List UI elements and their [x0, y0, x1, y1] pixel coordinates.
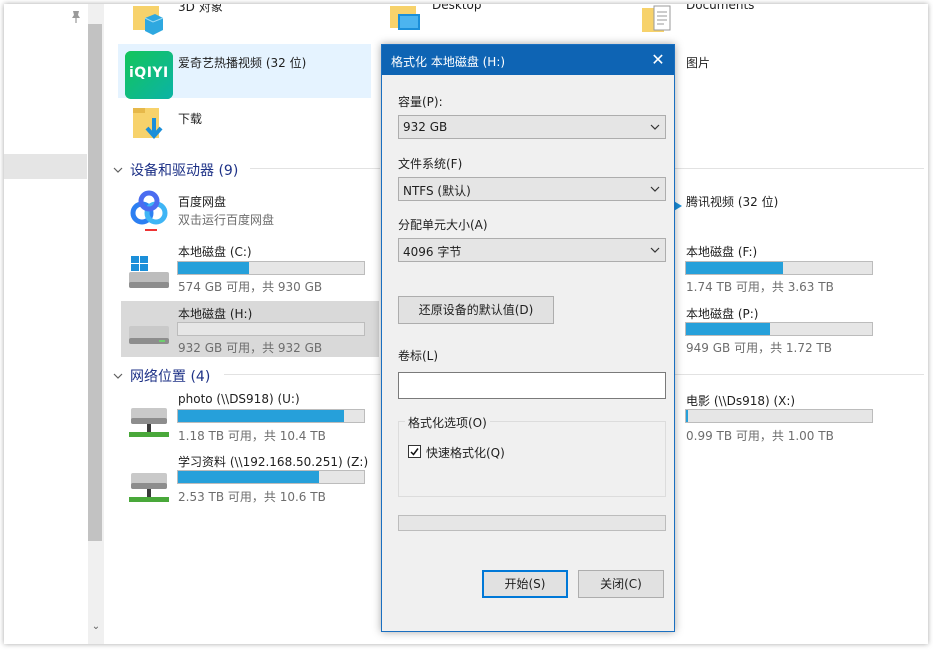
restore-defaults-button[interactable]: 还原设备的默认值(D) — [398, 296, 554, 324]
item-name[interactable]: 本地磁盘 (P:) — [686, 305, 758, 322]
drive-usage-bar — [685, 261, 873, 275]
item-description: 574 GB 可用，共 930 GB — [178, 280, 323, 294]
filesystem-select[interactable]: NTFS (默认) — [398, 177, 666, 201]
group-divider — [674, 374, 924, 375]
group-divider — [674, 168, 924, 169]
filesystem-value: NTFS (默认) — [403, 184, 471, 198]
chevron-down-icon[interactable] — [112, 370, 124, 382]
item-description: 1.74 TB 可用，共 3.63 TB — [686, 280, 834, 294]
volume-label-input[interactable] — [398, 372, 666, 399]
allocation-select[interactable]: 4096 字节 — [398, 238, 666, 262]
item-description: 0.99 TB 可用，共 1.00 TB — [686, 429, 834, 443]
group-label: 设备和驱动器 (9) — [130, 163, 239, 179]
close-icon[interactable]: ✕ — [642, 45, 674, 75]
nav-scrollbar-thumb[interactable] — [88, 24, 102, 541]
chevron-down-icon — [650, 186, 660, 192]
drive-usage-fill — [178, 410, 344, 422]
drive-usage-bar — [177, 470, 365, 484]
item-name[interactable]: photo (\\DS918) (U:) — [178, 392, 300, 406]
item-name[interactable]: Documents — [686, 4, 754, 12]
item-description: 1.18 TB 可用，共 10.4 TB — [178, 429, 326, 443]
item-name[interactable]: 学习资料 (\\192.168.50.251) (Z:) — [178, 453, 368, 470]
format-options-group: 格式化选项(O) 快速格式化(Q) — [398, 414, 666, 497]
item-name[interactable]: 爱奇艺热播视频 (32 位) — [178, 54, 306, 71]
group-header-network[interactable]: 网络位置 (4) — [112, 366, 210, 386]
chevron-down-icon — [650, 124, 660, 130]
item-name[interactable]: 腾讯视频 (32 位) — [686, 193, 778, 210]
documents-folder-icon[interactable] — [640, 4, 674, 38]
capacity-label: 容量(P): — [398, 95, 443, 109]
item-name[interactable]: 本地磁盘 (F:) — [686, 243, 757, 260]
format-dialog: 格式化 本地磁盘 (H:) ✕ 容量(P): 932 GB 文件系统(F) NT… — [381, 44, 675, 632]
nav-selected-item[interactable] — [4, 154, 87, 179]
desktop-folder-icon[interactable] — [388, 4, 422, 38]
scroll-down-arrow-icon[interactable]: ⌄ — [90, 621, 102, 633]
downloads-folder-icon[interactable] — [131, 104, 169, 148]
item-name[interactable]: 电影 (\\Ds918) (X:) — [686, 392, 795, 409]
hard-drive-icon[interactable] — [125, 314, 173, 352]
drive-usage-bar — [177, 322, 365, 336]
windows-drive-icon[interactable] — [125, 254, 173, 292]
item-description: 932 GB 可用，共 932 GB — [178, 341, 323, 355]
item-name[interactable]: 3D 对象 — [178, 4, 223, 15]
item-name[interactable]: Desktop — [432, 4, 482, 12]
item-name[interactable]: 百度网盘 — [178, 193, 226, 210]
drive-usage-fill — [686, 323, 770, 335]
drive-usage-fill — [686, 262, 783, 274]
group-label: 网络位置 (4) — [130, 369, 211, 385]
network-drive-icon[interactable] — [125, 467, 173, 507]
item-name[interactable]: 图片 — [686, 54, 710, 71]
group-divider — [250, 168, 380, 169]
drive-usage-bar — [685, 322, 873, 336]
start-button[interactable]: 开始(S) — [482, 570, 568, 598]
checkmark-icon — [410, 448, 419, 456]
group-header-devices[interactable]: 设备和驱动器 (9) — [112, 160, 238, 180]
drive-usage-fill — [178, 262, 249, 274]
item-description: 双击运行百度网盘 — [178, 213, 275, 227]
item-name[interactable]: 下载 — [178, 110, 202, 127]
chevron-down-icon[interactable] — [112, 164, 124, 176]
baidu-netdisk-icon[interactable] — [125, 185, 173, 233]
allocation-value: 4096 字节 — [403, 245, 462, 259]
dialog-title: 格式化 本地磁盘 (H:) — [391, 55, 506, 69]
item-description: 2.53 TB 可用，共 10.6 TB — [178, 490, 326, 504]
explorer-window: ⌄ 3D 对象 Desktop Documents iQIYI 爱奇艺热播视频 … — [4, 4, 928, 644]
group-divider — [224, 374, 380, 375]
chevron-down-icon — [650, 247, 660, 253]
close-button[interactable]: 关闭(C) — [578, 570, 664, 598]
quick-format-checkbox[interactable] — [408, 445, 421, 458]
3d-objects-folder-icon[interactable] — [131, 4, 165, 38]
format-options-label: 格式化选项(O) — [405, 414, 490, 431]
quick-format-label[interactable]: 快速格式化(Q) — [426, 444, 505, 461]
pin-icon[interactable] — [70, 10, 82, 24]
dialog-title-bar[interactable]: 格式化 本地磁盘 (H:) ✕ — [382, 45, 674, 75]
filesystem-label: 文件系统(F) — [398, 157, 463, 171]
capacity-value: 932 GB — [403, 120, 448, 134]
capacity-select[interactable]: 932 GB — [398, 115, 666, 139]
drive-usage-bar — [177, 261, 365, 275]
network-drive-icon[interactable] — [125, 402, 173, 442]
iqiyi-icon[interactable]: iQIYI — [125, 51, 173, 99]
drive-usage-bar — [177, 409, 365, 423]
iqiyi-logo-text: iQIYI — [129, 65, 169, 81]
drive-usage-bar — [685, 409, 873, 423]
navigation-pane: ⌄ — [4, 4, 104, 644]
item-name[interactable]: 本地磁盘 (H:) — [178, 305, 252, 322]
drive-usage-fill — [686, 410, 688, 422]
drive-usage-fill — [178, 471, 320, 483]
allocation-label: 分配单元大小(A) — [398, 218, 488, 232]
format-progress-bar — [398, 515, 666, 531]
item-name[interactable]: 本地磁盘 (C:) — [178, 243, 252, 260]
volume-label-label: 卷标(L) — [398, 349, 439, 363]
item-description: 949 GB 可用，共 1.72 TB — [686, 341, 832, 355]
